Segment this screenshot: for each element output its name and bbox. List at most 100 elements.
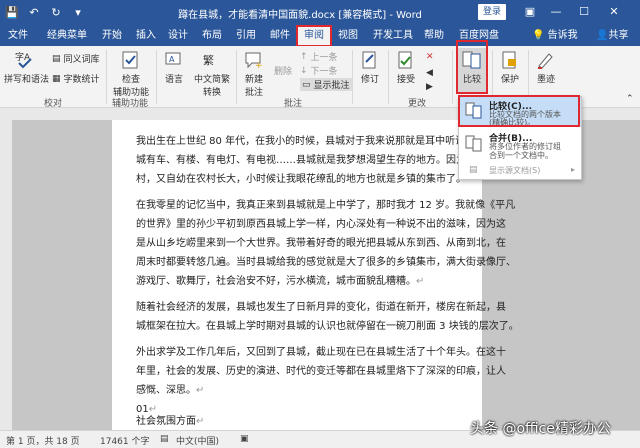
ribbon-options-icon[interactable]: ▣ [520, 4, 540, 20]
highlight-box-compare-item [458, 95, 580, 127]
person-icon: 👤 [596, 30, 609, 41]
show-comments-label: 显示批注 [313, 81, 350, 91]
minimize-icon[interactable]: — [546, 4, 566, 20]
tab-view[interactable]: 视图 [336, 26, 360, 46]
paragraph-mark: ↵ [196, 385, 205, 396]
paragraph-line: 周末时都要转悠几遍。当时县城给我的感觉就是大了很多的乡镇集市，满大街录像厅、 [136, 257, 516, 268]
chevron-up-icon: ⌃ [626, 94, 634, 104]
chinese-conversion-button[interactable]: 繁 中文简繁 转换 [192, 50, 232, 98]
vertical-ruler[interactable] [0, 120, 12, 430]
group-divider [156, 50, 157, 104]
page-count[interactable]: 第 1 页，共 18 页 [6, 434, 80, 447]
show-comments-icon: ▭ [302, 79, 311, 90]
tab-help[interactable]: 帮助 [422, 26, 446, 46]
tab-home[interactable]: 开始 [100, 26, 124, 46]
prev-label: 上一条 [310, 53, 338, 63]
reject-button[interactable]: ✕ [426, 52, 434, 62]
check-access-label-1: 检查 [121, 75, 140, 85]
previous-comment-button[interactable]: ↑ 上一条 [300, 50, 338, 64]
group-divider [452, 50, 453, 104]
word-count-icon: ▦ [52, 73, 61, 84]
lightbulb-icon: 💡 [532, 30, 545, 41]
tab-layout[interactable]: 布局 [200, 26, 224, 46]
tab-insert[interactable]: 插入 [134, 26, 158, 46]
paragraph-line: 城有车、有楼、有电灯、有电视……县城就是我梦想渴望生存的地方。因为 [136, 155, 466, 166]
next-change-icon: ▶ [426, 82, 433, 92]
accept-button[interactable]: 接受 [392, 50, 420, 85]
chinese-convert-icon: 繁 [203, 53, 214, 67]
thesaurus-button[interactable]: ▤ 同义词库 [52, 52, 100, 66]
protect-label: 保护 [500, 75, 519, 85]
paragraph-line: 村，又自幼在农村长大，小时候让我眼花缭乱的地方也就是乡镇的集市了。 [136, 174, 466, 185]
thesaurus-label: 同义词库 [63, 55, 100, 65]
proofing-status-icon[interactable]: ▤ [160, 434, 169, 444]
collapse-ribbon-button[interactable]: ⌃ [626, 94, 634, 104]
accessibility-check-icon [122, 51, 138, 69]
combine-icon [465, 135, 482, 152]
track-label: 修订 [360, 75, 379, 85]
save-icon[interactable]: 💾 [4, 4, 20, 20]
window-title: 蹲在县城，才能看清中国面貌.docx [兼容模式] - Word [178, 10, 422, 21]
next-comment-button[interactable]: ↓ 下一条 [300, 64, 338, 78]
undo-icon[interactable]: ↶ [26, 4, 42, 20]
show-comments-toggle[interactable]: ▭ 显示批注 [300, 78, 352, 91]
paragraph-line: 的世界》里的孙少平初到原西县城上学一样，内心深处有一种说不出的滋味，因为这 [136, 219, 506, 230]
show-source-label: 显示源文档(S) [489, 166, 541, 175]
macro-record-icon[interactable]: ▣ [240, 434, 249, 444]
word-count-button[interactable]: ▦ 字数统计 [52, 72, 100, 86]
tab-classic-menu[interactable]: 经典菜单 [44, 26, 90, 46]
new-comment-icon: + [245, 52, 263, 70]
language-label: 语言 [164, 75, 183, 85]
language-status[interactable]: 中文(中国) [176, 434, 219, 447]
svg-text:A: A [169, 55, 175, 64]
down-arrow-icon: ↓ [300, 65, 308, 76]
highlight-box-compare [456, 40, 488, 94]
spelling-label: 拼写和语法 [4, 75, 50, 85]
login-button[interactable]: 登录 [478, 4, 506, 20]
quick-access-toolbar: 💾 ↶ ↻ ▾ [4, 4, 86, 20]
tab-design[interactable]: 设计 [166, 26, 190, 46]
share-label: 共享 [608, 30, 629, 41]
new-comment-button[interactable]: + 新建 批注 [240, 50, 268, 98]
highlight-box-review-tab [296, 25, 332, 47]
paragraph-line: 是从山乡圪崂里来到一个大世界。我带着好奇的眼光把县城从东到西、从南到北，在 [136, 238, 506, 249]
close-icon[interactable]: ✕ [604, 4, 624, 20]
document-page[interactable]: 我出生在上世纪 80 年代，在我小的时候，县城对于我来说那就是耳中听说 城有车、… [112, 120, 519, 430]
paragraph-line: 随着社会经济的发展，县城也发生了日新月异的变化，街道在新开，楼房在新起，县 [136, 302, 506, 313]
maximize-icon[interactable]: ☐ [574, 4, 594, 20]
submenu-arrow-icon: ▸ [571, 165, 576, 174]
ink-button[interactable]: 墨迹 [532, 50, 560, 85]
protect-button[interactable]: 保护 [496, 50, 524, 85]
language-button[interactable]: A 语言 [160, 50, 188, 85]
check-accessibility-button[interactable]: 检查 辅助功能 [110, 50, 152, 98]
word-count-status[interactable]: 17461 个字 [100, 434, 150, 447]
group-divider [352, 50, 353, 104]
show-source-icon: ▤ [469, 165, 478, 175]
chinese-convert-label-2: 转换 [202, 88, 221, 98]
tab-mailings[interactable]: 邮件 [268, 26, 292, 46]
track-changes-button[interactable]: 修订 [356, 50, 384, 85]
tab-references[interactable]: 引用 [234, 26, 258, 46]
ink-icon [538, 53, 553, 69]
title-bar: 💾 ↶ ↻ ▾ 蹲在县城，才能看清中国面貌.docx [兼容模式] - Word… [0, 0, 640, 26]
tab-developer[interactable]: 开发工具 [370, 26, 416, 46]
spelling-grammar-button[interactable]: 字A 拼写和语法 [4, 50, 50, 85]
next-label: 下一条 [310, 67, 338, 77]
language-icon: A [165, 52, 181, 65]
delete-comment-button[interactable]: 删除 [272, 64, 294, 77]
next-change-button[interactable]: ▶ [426, 82, 433, 92]
svg-text:繁: 繁 [203, 53, 214, 67]
chinese-convert-label-1: 中文简繁 [193, 75, 230, 85]
redo-icon[interactable]: ↻ [48, 4, 64, 20]
tell-me-search[interactable]: 💡 告诉我 [532, 26, 578, 46]
menu-item-combine[interactable]: 合并(B)... 将多位作者的修订组 合到一个文档中。 [459, 129, 581, 163]
tab-file[interactable]: 文件 [6, 26, 30, 46]
previous-change-button[interactable]: ◀ [426, 68, 433, 78]
share-button[interactable]: 👤共享 [596, 26, 628, 46]
spelling-icon: 字A [15, 51, 32, 69]
new-comment-label-2: 批注 [244, 88, 263, 98]
paragraph-line: 城框架在拉大。在县城上学时期对县城的认识也就停留在一碗刀削面 3 块钱的层次了。 [136, 321, 519, 332]
menu-item-show-source[interactable]: ▤ 显示源文档(S) ▸ [459, 163, 581, 179]
customize-qat-icon[interactable]: ▾ [70, 4, 86, 20]
paragraph-text: 社会氛围方面 [136, 416, 196, 427]
